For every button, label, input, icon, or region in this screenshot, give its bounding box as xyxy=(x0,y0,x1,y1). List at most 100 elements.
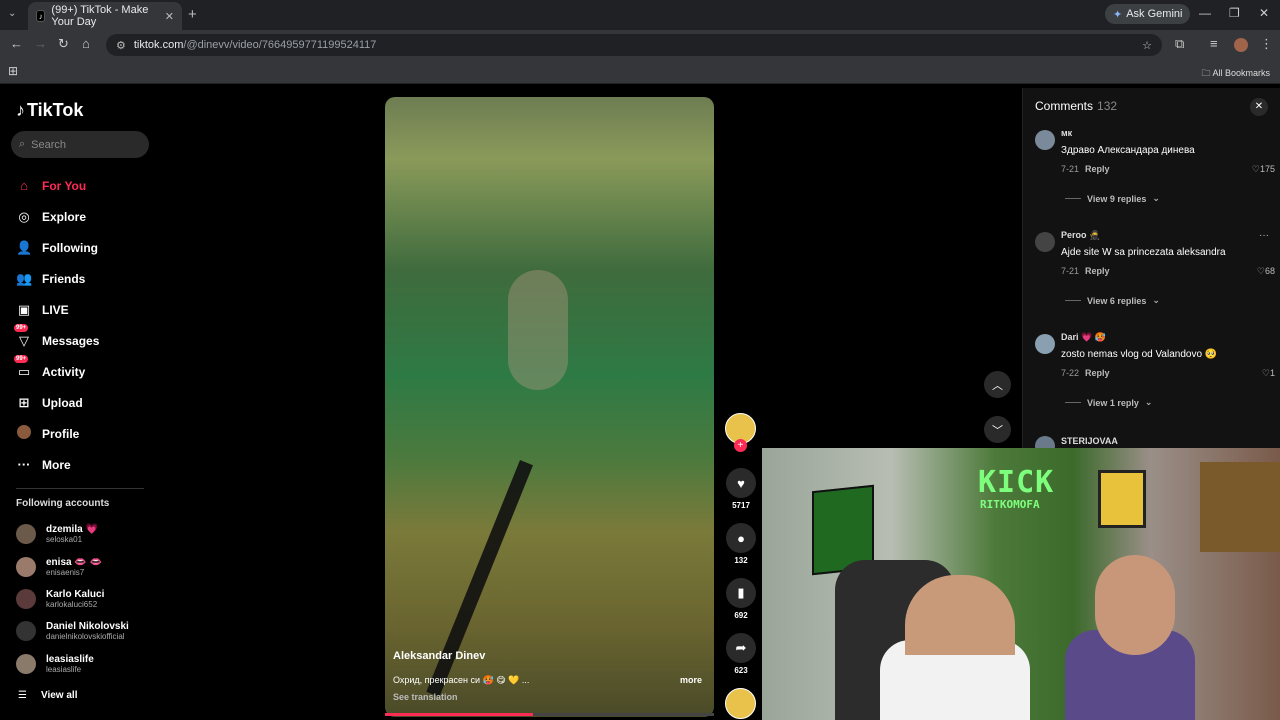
more-options-icon[interactable]: ··· xyxy=(1259,230,1269,241)
following-account[interactable]: Daniel Nikolovski danielnikolovskiofficia… xyxy=(16,616,156,646)
sidebar-item-more[interactable]: ··· More xyxy=(16,449,156,480)
video-description: Охрид, прекрасен си 🥵 😋 💛 ... xyxy=(393,675,530,685)
comment-like-button[interactable]: ♡1 xyxy=(1262,368,1275,379)
sidebar-item-following[interactable]: 👤 Following xyxy=(16,232,156,263)
search-icon: ⌕ xyxy=(19,138,26,150)
following-account[interactable]: dzemila 💗 seloska01 xyxy=(16,519,156,549)
video-progress-bar[interactable] xyxy=(385,713,714,716)
sidebar-item-profile[interactable]: Profile xyxy=(16,418,156,449)
home-browser-icon[interactable]: ⌂ xyxy=(82,36,90,51)
like-button[interactable]: ♥ 5717 xyxy=(724,468,758,510)
sidebar-nav: ⌂ For You ◎ Explore 👤 Following 👥 Friend… xyxy=(14,170,156,480)
comments-title: Comments 132 xyxy=(1035,99,1118,113)
comment-user[interactable]: Dari 💗 🥵 xyxy=(1061,332,1106,343)
tiktok-logo[interactable]: ♪ TikTok xyxy=(16,100,83,121)
tab-search-icon[interactable]: ⌄ xyxy=(8,8,16,19)
following-accounts-title: Following accounts xyxy=(16,498,110,509)
comment-item: STERIJOVAA xyxy=(1035,436,1275,448)
view-replies-button[interactable]: View 6 replies ⌄ xyxy=(1065,295,1160,306)
folder-icon: 🗀 xyxy=(1201,68,1211,78)
forward-icon[interactable]: → xyxy=(34,36,47,51)
close-window-icon[interactable]: ✕ xyxy=(1259,6,1269,20)
minimize-icon[interactable]: — xyxy=(1199,6,1211,20)
site-info-icon[interactable]: ⚙ xyxy=(116,39,126,52)
close-comments-button[interactable]: ✕ xyxy=(1250,98,1268,116)
reload-icon[interactable]: ↻ xyxy=(58,36,69,52)
following-account[interactable]: leasiaslife leasiaslife xyxy=(16,649,156,679)
video-player[interactable] xyxy=(385,97,714,717)
view-all-button[interactable]: ☰ View all xyxy=(18,690,77,701)
comment-user[interactable]: STERIJOVAA xyxy=(1061,436,1118,446)
sidebar-item-friends[interactable]: 👥 Friends xyxy=(16,263,156,294)
save-button[interactable]: ▮ 692 xyxy=(724,578,758,620)
avatar[interactable] xyxy=(1035,130,1055,150)
bookmark-star-icon[interactable]: ☆ xyxy=(1142,39,1152,52)
webcam-neon-sign: KICK xyxy=(978,465,1055,500)
comment-text: zosto nemas vlog od Valandovo 🥺 xyxy=(1061,349,1218,360)
heart-icon: ♥ xyxy=(726,468,756,498)
webcam-jersey xyxy=(1098,470,1146,528)
heart-outline-icon: ♡ xyxy=(1256,266,1265,276)
following-account[interactable]: Karlo Kaluci karlokaluci652 xyxy=(16,584,156,614)
all-bookmarks-button[interactable]: 🗀 All Bookmarks xyxy=(1201,66,1270,82)
see-translation-link[interactable]: See translation xyxy=(393,692,458,702)
messages-icon: ▽ 99+ xyxy=(14,323,29,348)
comment-like-button[interactable]: ♡68 xyxy=(1257,266,1275,277)
view-replies-button[interactable]: View 1 reply ⌄ xyxy=(1065,397,1152,408)
view-replies-button[interactable]: View 9 replies ⌄ xyxy=(1065,193,1160,204)
sidebar-item-for-you[interactable]: ⌂ For You xyxy=(16,170,156,201)
video-author[interactable]: Aleksandar Dinev xyxy=(393,650,485,662)
upload-icon: ⊞ xyxy=(18,394,30,410)
avatar xyxy=(16,621,36,641)
avatar[interactable] xyxy=(1035,436,1055,448)
following-icon: 👤 xyxy=(16,239,33,255)
save-count: 692 xyxy=(734,611,748,620)
reply-button[interactable]: Reply xyxy=(1085,368,1110,378)
previous-video-button[interactable]: ︿ xyxy=(984,371,1011,398)
notification-badge: 99+ xyxy=(14,323,29,332)
more-button[interactable]: more xyxy=(680,675,702,685)
comment-user[interactable]: Peroo 🥷 xyxy=(1061,230,1100,241)
restore-icon[interactable]: ❐ xyxy=(1229,6,1240,20)
avatar xyxy=(16,524,36,544)
comment-date: 7-22 xyxy=(1061,368,1080,378)
new-tab-icon[interactable]: + xyxy=(188,6,197,23)
comment-user[interactable]: мк xyxy=(1061,128,1072,138)
notification-badge: 99+ xyxy=(14,354,29,363)
sidebar-item-live[interactable]: ▣ LIVE xyxy=(16,294,156,325)
heart-outline-icon: ♡ xyxy=(1261,368,1270,378)
apps-grid-icon[interactable]: ⊞ xyxy=(8,64,18,78)
ask-gemini-button[interactable]: ✦ Ask Gemini xyxy=(1105,4,1191,24)
close-icon[interactable]: ✕ xyxy=(165,10,174,23)
activity-icon: ▭ 99+ xyxy=(14,354,31,379)
menu-icon[interactable]: ⋮ xyxy=(1260,36,1273,52)
address-bar[interactable]: ⚙ tiktok.com/@dinevv/video/7664959771199… xyxy=(106,34,1162,56)
follow-plus-icon[interactable]: + xyxy=(734,439,747,452)
sidebar-item-explore[interactable]: ◎ Explore xyxy=(16,201,156,232)
avatar[interactable] xyxy=(1035,232,1055,252)
browser-tab[interactable]: ♪ (99+) TikTok - Make Your Day ✕ xyxy=(28,2,182,30)
chevron-down-icon: ⌄ xyxy=(1152,295,1160,305)
share-button[interactable]: ➦ 623 xyxy=(724,633,758,675)
avatar[interactable] xyxy=(1035,334,1055,354)
reply-button[interactable]: Reply xyxy=(1085,266,1110,276)
comment-icon: ● xyxy=(726,523,756,553)
sidebar-item-upload[interactable]: ⊞ Upload xyxy=(16,387,156,418)
profile-avatar[interactable] xyxy=(1234,38,1248,52)
more-icon: ··· xyxy=(17,457,31,472)
search-input[interactable]: ⌕ Search xyxy=(11,131,149,158)
sidebar-item-activity[interactable]: ▭ 99+ Activity xyxy=(14,354,156,387)
music-disc-avatar[interactable] xyxy=(725,688,756,719)
tiktok-note-icon: ♪ xyxy=(16,100,25,120)
comment-like-button[interactable]: ♡175 xyxy=(1252,164,1275,175)
sidebar-item-messages[interactable]: ▽ 99+ Messages xyxy=(14,323,156,356)
reply-button[interactable]: Reply xyxy=(1085,164,1110,174)
media-icon[interactable]: ≡ xyxy=(1210,36,1218,51)
close-icon: ✕ xyxy=(1254,101,1264,112)
back-icon[interactable]: ← xyxy=(10,36,23,51)
following-account[interactable]: enisa 👄 👄 enisaenis7 xyxy=(16,552,156,582)
next-video-button[interactable]: ﹀ xyxy=(984,416,1011,443)
extensions-icon[interactable]: ⧉ xyxy=(1175,36,1184,52)
comment-button[interactable]: ● 132 xyxy=(724,523,758,565)
avatar xyxy=(16,654,36,674)
